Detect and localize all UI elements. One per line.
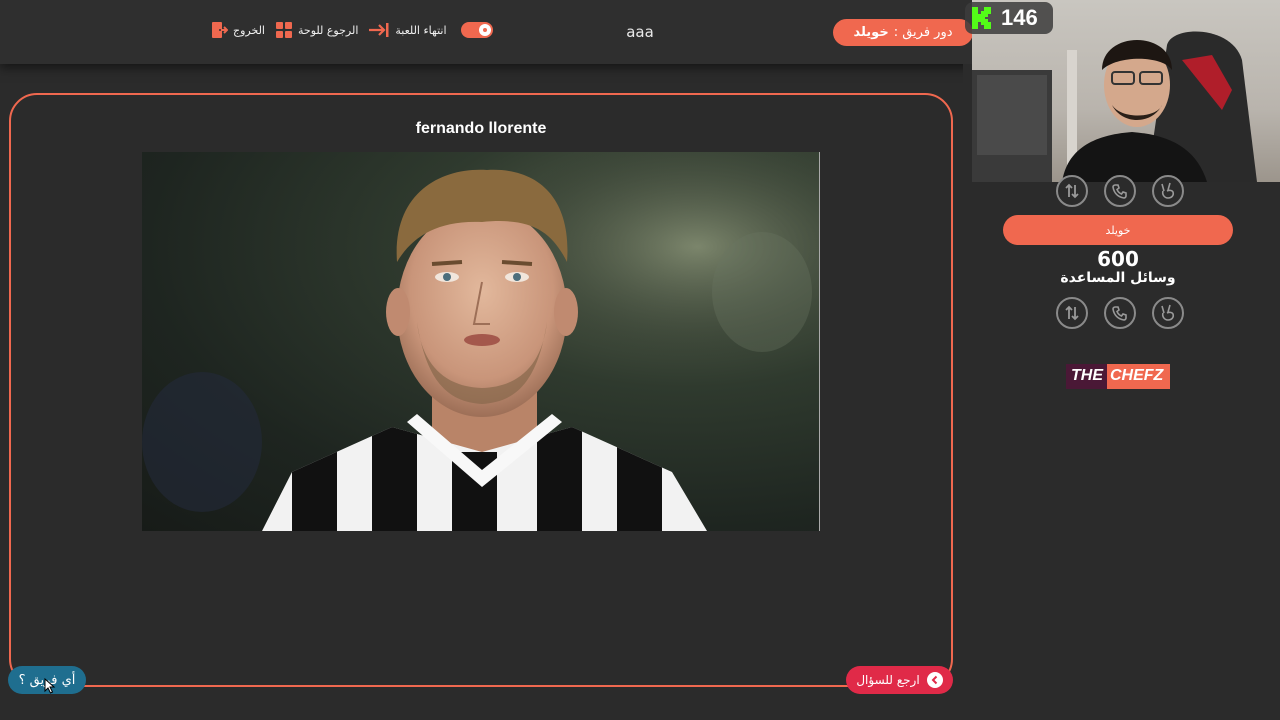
toggle-knob bbox=[478, 24, 491, 36]
turn-prefix: دور فريق : bbox=[893, 25, 953, 40]
victory-hand-icon bbox=[1161, 182, 1175, 199]
back-to-board-label: الرجوع للوحة bbox=[298, 23, 359, 37]
exit-label: الخروج bbox=[233, 23, 265, 37]
arrow-to-line-icon bbox=[369, 23, 389, 37]
help-tools bbox=[1056, 297, 1184, 329]
help-tools-top bbox=[1056, 175, 1184, 207]
player-portrait bbox=[142, 152, 819, 531]
back-to-question-button[interactable]: ارجع للسؤال bbox=[846, 666, 953, 694]
game-title: aaa bbox=[626, 23, 654, 41]
victory-hand-icon bbox=[1161, 304, 1175, 321]
answer-title: fernando llorente bbox=[415, 120, 547, 137]
mouse-cursor-icon bbox=[44, 678, 56, 694]
end-game-button[interactable]: انتهاء اللعبة bbox=[368, 22, 447, 38]
back-to-question-label: ارجع للسؤال bbox=[856, 673, 920, 687]
call-help-button-top[interactable] bbox=[1104, 175, 1136, 207]
team-score: 600 bbox=[1097, 247, 1139, 271]
help-tools-label: وسائل المساعدة bbox=[1060, 270, 1176, 286]
turn-team: خويلد bbox=[853, 25, 889, 40]
top-actions: الخروج الرجوع للوحة انتهاء اللعبة bbox=[210, 21, 493, 39]
call-help-button[interactable] bbox=[1104, 297, 1136, 329]
grid-icon bbox=[276, 22, 292, 38]
chevron-left-icon bbox=[926, 672, 943, 688]
team-name: خويلد bbox=[1105, 223, 1131, 237]
swap-help-button-top[interactable] bbox=[1056, 175, 1088, 207]
logo-part-1: THE bbox=[1066, 364, 1107, 389]
swap-help-button[interactable] bbox=[1056, 297, 1088, 329]
swap-icon bbox=[1065, 183, 1079, 199]
sponsor-logo: THE CHEFZ bbox=[1066, 364, 1170, 389]
viewer-count-badge: 146 bbox=[965, 2, 1053, 34]
exit-button[interactable]: الخروج bbox=[210, 21, 265, 39]
kick-logo-icon bbox=[972, 7, 991, 29]
exit-icon bbox=[212, 22, 228, 38]
phone-icon bbox=[1112, 306, 1127, 321]
answer-photo bbox=[142, 152, 820, 531]
team-name-bar: خويلد bbox=[1003, 215, 1233, 245]
double-help-button[interactable] bbox=[1152, 297, 1184, 329]
viewer-count: 146 bbox=[1001, 5, 1038, 30]
swap-icon bbox=[1065, 305, 1079, 321]
logo-part-2: CHEFZ bbox=[1107, 364, 1170, 389]
end-game-label: انتهاء اللعبة bbox=[395, 23, 447, 37]
turn-indicator: دور فريق : خويلد bbox=[833, 19, 973, 46]
back-to-board-button[interactable]: الرجوع للوحة bbox=[275, 21, 358, 39]
double-help-button-top[interactable] bbox=[1152, 175, 1184, 207]
phone-icon bbox=[1112, 184, 1127, 199]
toggle-switch[interactable] bbox=[460, 22, 493, 38]
